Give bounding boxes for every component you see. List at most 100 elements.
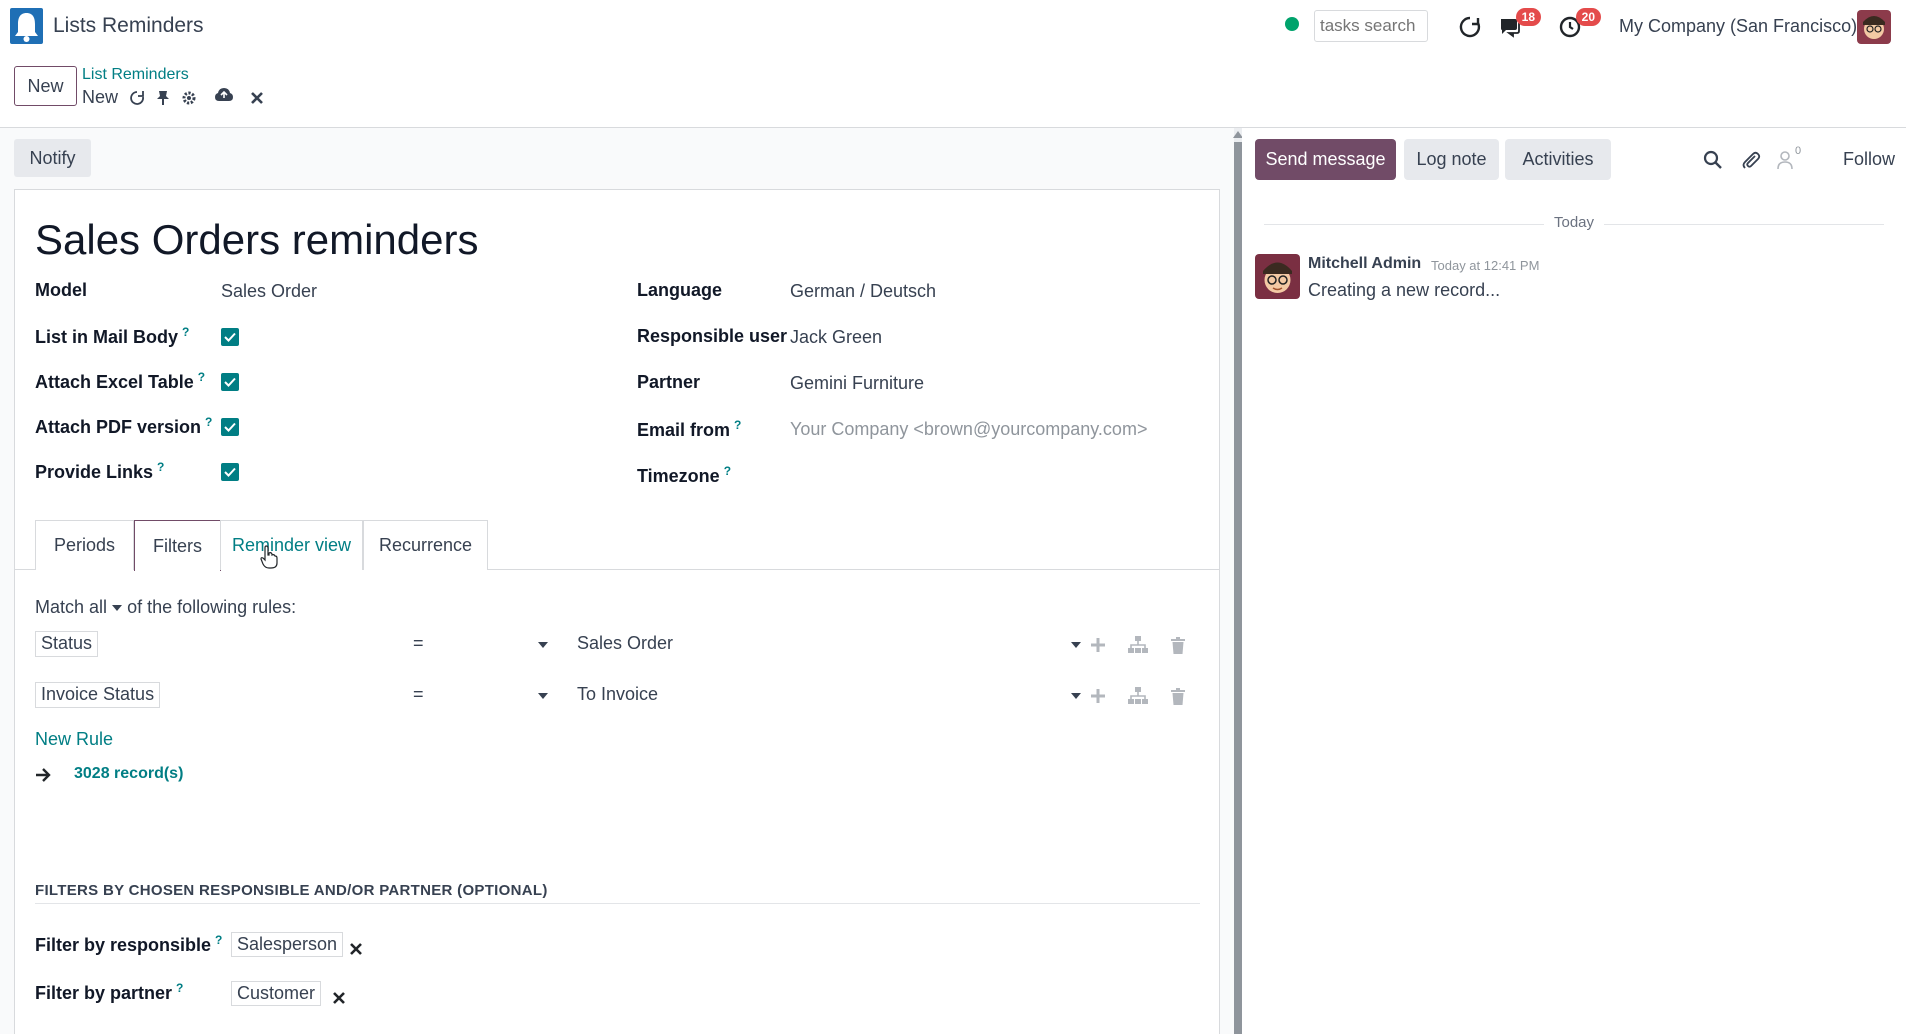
- help-tooltip[interactable]: ?: [734, 418, 741, 432]
- add-branch-icon[interactable]: [1128, 635, 1148, 655]
- messages-icon[interactable]: 18: [1495, 8, 1541, 42]
- attach-pdf-checkbox[interactable]: [221, 418, 239, 436]
- email-from-field[interactable]: Your Company <brown@yourcompany.com>: [790, 419, 1147, 440]
- message-author[interactable]: Mitchell Admin: [1308, 255, 1421, 273]
- caret-down-icon: [112, 605, 123, 612]
- filter-responsible-label: Filter by responsible?: [35, 933, 223, 955]
- follow-button[interactable]: Follow: [1843, 149, 1895, 170]
- messages-badge: 18: [1515, 8, 1541, 26]
- arrow-right-icon: [35, 766, 51, 787]
- pin-icon[interactable]: [153, 88, 173, 108]
- gear-icon[interactable]: [179, 88, 199, 108]
- delete-trash-icon[interactable]: [1168, 635, 1188, 655]
- rule-value[interactable]: Sales Order: [577, 633, 673, 654]
- add-branch-icon[interactable]: [1128, 686, 1148, 706]
- discuss-refresh-icon[interactable]: [1455, 12, 1485, 42]
- company-switcher[interactable]: My Company (San Francisco): [1619, 16, 1857, 37]
- rule-operator[interactable]: =: [413, 684, 424, 705]
- app-title[interactable]: Lists Reminders: [53, 14, 204, 38]
- save-cloud-icon[interactable]: [214, 87, 234, 108]
- email-from-label: Email from?: [637, 418, 742, 440]
- activities-button[interactable]: Activities: [1505, 139, 1611, 180]
- add-rule-plus-icon[interactable]: [1088, 686, 1108, 706]
- bell-app-icon[interactable]: [10, 8, 43, 44]
- caret-down-icon[interactable]: [538, 693, 548, 699]
- notebook-tabs: Periods Filters Reminder view Recurrence: [15, 520, 1219, 571]
- tab-periods[interactable]: Periods: [35, 520, 134, 570]
- attach-excel-checkbox[interactable]: [221, 373, 239, 391]
- list-in-mail-body-checkbox[interactable]: [221, 328, 239, 346]
- rule-path-status[interactable]: Status: [35, 631, 99, 657]
- partner-label: Partner: [637, 372, 701, 392]
- record-count-link[interactable]: 3028 record(s): [74, 765, 183, 783]
- new-button[interactable]: New: [14, 66, 77, 106]
- caret-down-icon[interactable]: [1071, 693, 1081, 699]
- attach-pdf-label: Attach PDF version?: [35, 415, 213, 437]
- message-date: Today at 12:41 PM: [1431, 258, 1540, 273]
- help-tooltip[interactable]: ?: [176, 981, 183, 995]
- author-avatar[interactable]: [1255, 254, 1300, 299]
- list-in-mail-body-label: List in Mail Body?: [35, 325, 190, 347]
- help-tooltip[interactable]: ?: [205, 415, 212, 429]
- breadcrumb-current: New: [82, 87, 119, 107]
- scrollbar-thumb[interactable]: [1234, 142, 1242, 1034]
- tab-reminder-view[interactable]: Reminder view: [220, 520, 363, 570]
- record-action-icons: [127, 88, 199, 108]
- record-title[interactable]: Sales Orders reminders: [35, 216, 478, 264]
- refresh-icon[interactable]: [127, 88, 147, 108]
- followers-user-icon[interactable]: 0: [1773, 145, 1801, 172]
- help-tooltip[interactable]: ?: [215, 933, 222, 947]
- add-rule-plus-icon[interactable]: [1088, 635, 1108, 655]
- timezone-field[interactable]: [790, 465, 1170, 489]
- remove-close-icon[interactable]: [349, 940, 365, 956]
- breadcrumb-parent[interactable]: List Reminders: [82, 66, 189, 84]
- help-tooltip[interactable]: ?: [182, 325, 189, 339]
- section-title: FILTERS BY CHOSEN RESPONSIBLE AND/OR PAR…: [35, 882, 548, 899]
- partner-tag[interactable]: Customer: [231, 981, 322, 1006]
- top-navbar: Lists Reminders 18 20 My Company (San Fr…: [0, 0, 1906, 54]
- language-label: Language: [637, 280, 723, 300]
- rule-operator[interactable]: =: [413, 633, 424, 654]
- partner-field[interactable]: Gemini Furniture: [790, 373, 924, 394]
- help-tooltip[interactable]: ?: [157, 460, 164, 474]
- language-field[interactable]: German / Deutsch: [790, 281, 936, 302]
- filter-partner-label: Filter by partner?: [35, 981, 184, 1003]
- date-separator-label: Today: [1544, 214, 1605, 231]
- paperclip-icon[interactable]: [1739, 148, 1763, 172]
- help-tooltip[interactable]: ?: [198, 370, 205, 384]
- provide-links-checkbox[interactable]: [221, 463, 239, 481]
- tab-recurrence[interactable]: Recurrence: [363, 520, 488, 570]
- responsible-user-field[interactable]: Jack Green: [790, 327, 882, 348]
- message-body: Creating a new record...: [1308, 280, 1501, 300]
- search-icon[interactable]: [1701, 148, 1725, 172]
- attach-excel-label: Attach Excel Table?: [35, 370, 206, 392]
- section-divider: [35, 903, 1200, 904]
- model-field[interactable]: Sales Order: [221, 281, 317, 302]
- activities-badge: 20: [1575, 8, 1601, 26]
- activities-clock-icon[interactable]: 20: [1555, 8, 1601, 42]
- log-note-button[interactable]: Log note: [1404, 139, 1499, 180]
- match-rules-line: Match all of the following rules:: [35, 597, 297, 617]
- timezone-label: Timezone?: [637, 464, 732, 486]
- chatter-panel: Send message Log note Activities 0 Follo…: [1242, 128, 1906, 1034]
- responsible-user-label: Responsible user: [637, 326, 788, 346]
- caret-down-icon[interactable]: [1071, 642, 1081, 648]
- rule-path-invoice-status[interactable]: Invoice Status: [35, 682, 161, 708]
- tab-filters[interactable]: Filters: [134, 520, 221, 571]
- send-message-button[interactable]: Send message: [1255, 139, 1396, 180]
- rule-value[interactable]: To Invoice: [577, 684, 658, 705]
- tasks-search-input[interactable]: [1314, 10, 1428, 42]
- help-tooltip[interactable]: ?: [724, 464, 731, 478]
- model-label: Model: [35, 280, 87, 300]
- user-avatar[interactable]: [1857, 10, 1891, 44]
- form-sheet: Sales Orders reminders Model Sales Order…: [14, 189, 1220, 1034]
- delete-trash-icon[interactable]: [1168, 686, 1188, 706]
- match-mode-select[interactable]: all: [89, 597, 123, 617]
- responsible-tag[interactable]: Salesperson: [231, 932, 344, 957]
- caret-down-icon[interactable]: [538, 642, 548, 648]
- notify-button[interactable]: Notify: [14, 139, 91, 177]
- new-rule-link[interactable]: New Rule: [35, 729, 113, 750]
- form-view: Notify Sales Orders reminders Model Sale…: [0, 128, 1234, 1034]
- remove-close-icon[interactable]: [332, 989, 348, 1005]
- discard-close-icon[interactable]: [250, 89, 264, 110]
